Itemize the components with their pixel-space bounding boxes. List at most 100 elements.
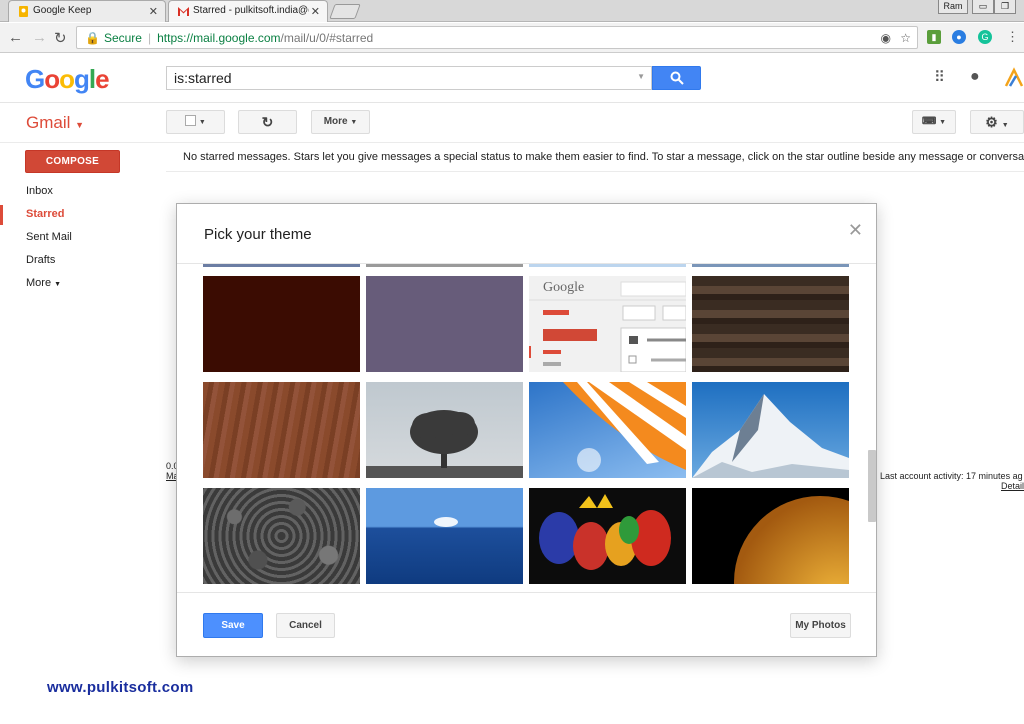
dropdown-icon: ▼ — [350, 119, 358, 126]
profile-button[interactable]: Ram — [938, 0, 968, 14]
tab-title: Google Keep — [33, 5, 92, 16]
checkbox-icon — [185, 115, 197, 126]
sidebar-item-inbox[interactable]: Inbox — [26, 185, 53, 197]
back-icon[interactable]: ← — [8, 29, 23, 46]
close-icon[interactable]: ✕ — [848, 220, 863, 241]
theme-thumbnail-beach-umbrella[interactable] — [529, 382, 686, 478]
gmail-app-menu[interactable]: Gmail ▼ — [26, 113, 84, 133]
graffiti-preview — [539, 494, 671, 570]
sidebar-item-starred[interactable]: Starred — [26, 208, 65, 220]
theme-grid-scrollbar[interactable] — [868, 450, 876, 522]
input-tools-button[interactable]: ⌨ ▼ — [912, 110, 956, 134]
theme-thumbnail-tree[interactable] — [366, 382, 523, 478]
umbrella-preview — [563, 382, 686, 472]
planet-preview — [734, 496, 849, 584]
star-bookmark-icon[interactable]: ☆ — [900, 31, 911, 45]
dropdown-icon: ▼ — [939, 119, 947, 126]
theme-thumbnail-partial[interactable] — [692, 264, 849, 267]
sidebar-item-more[interactable]: More ▼ — [26, 277, 61, 289]
sidebar-item-drafts[interactable]: Drafts — [26, 254, 55, 266]
address-toolbar: ← → ↻ 🔒 Secure | https://mail.google.com/ma… — [0, 23, 1024, 53]
theme-thumbnail-partial[interactable] — [529, 264, 686, 267]
apps-grid-icon[interactable]: ⠿ — [934, 68, 945, 86]
grammarly-icon[interactable]: G — [978, 30, 992, 44]
theme-thumbnail-pebbles[interactable] — [203, 488, 360, 584]
browser-tabstrip: Google Keep ✕ Starred - pulkitsoft.india… — [0, 0, 1024, 22]
tab-gmail-starred[interactable]: Starred - pulkitsoft.india@g ✕ — [168, 0, 328, 22]
gmail-icon — [178, 7, 189, 16]
new-tab-button[interactable] — [329, 4, 361, 19]
more-label: More — [323, 116, 348, 127]
preview-google-text: Google — [543, 280, 585, 295]
url-path: /mail/u/0/#starred — [280, 31, 374, 45]
theme-thumbnail-mountain[interactable] — [692, 382, 849, 478]
tab-google-keep[interactable]: Google Keep ✕ — [8, 0, 166, 22]
logo-letter: o — [59, 64, 75, 94]
forward-icon[interactable]: → — [32, 29, 47, 46]
theme-thumbnail-planet[interactable] — [692, 488, 849, 584]
gear-icon: ⚙ — [985, 114, 998, 130]
my-photos-button[interactable]: My Photos — [790, 613, 851, 638]
ocean-preview — [434, 517, 458, 527]
empty-starred-notice: No starred messages. Stars let you give … — [183, 151, 1024, 163]
account-activity: Last account activity: 17 minutes ag — [880, 471, 1023, 481]
logo-letter: G — [25, 64, 45, 94]
refresh-icon: ↻ — [261, 114, 274, 130]
mountain-preview — [692, 394, 849, 478]
dropdown-icon: ▼ — [54, 281, 62, 288]
theme-thumbnail-ocean[interactable] — [366, 488, 523, 584]
refresh-button[interactable]: ↻ — [238, 110, 297, 134]
logo-letter: g — [74, 64, 90, 94]
search-input[interactable]: is:starred ▼ — [166, 66, 652, 90]
dropdown-icon: ▼ — [75, 120, 85, 130]
compose-button[interactable]: COMPOSE — [25, 150, 120, 173]
dropdown-icon: ▼ — [198, 119, 206, 126]
theme-thumbnail-graffiti[interactable] — [529, 488, 686, 584]
watermark-text: www.pulkitsoft.com — [47, 679, 194, 696]
reload-icon[interactable]: ↻ — [54, 29, 67, 47]
theme-thumbnail-dark-wood[interactable] — [692, 276, 849, 372]
theme-thumbnail-partial[interactable] — [366, 264, 523, 267]
theme-thumbnail-partial[interactable] — [203, 264, 360, 267]
minimize-icon[interactable]: ▭ — [972, 0, 994, 14]
theme-thumbnail-brown-wood[interactable] — [203, 382, 360, 478]
logo-letter: o — [44, 64, 60, 94]
theme-thumbnail-dark-red[interactable] — [203, 276, 360, 372]
logo-letter: e — [95, 64, 110, 94]
google-logo[interactable]: Google — [25, 64, 110, 95]
keyboard-icon: ⌨ — [921, 116, 937, 127]
details-link[interactable]: Detail — [1001, 481, 1024, 491]
theme-grid: Google — [177, 263, 876, 593]
save-button[interactable]: Save — [203, 613, 263, 638]
select-checkbox-button[interactable]: ▼ — [166, 110, 225, 134]
secure-label: Secure — [103, 31, 142, 45]
more-button[interactable]: More ▼ — [311, 110, 370, 134]
tab-title: Starred - pulkitsoft.india@g — [193, 5, 309, 16]
theme-picker-dialog: Pick your theme ✕ Google Save Cancel My … — [176, 203, 877, 657]
notifications-icon[interactable]: ● — [970, 68, 980, 86]
extension-chart-icon[interactable]: ▮ — [927, 30, 941, 44]
sidebar-item-sent[interactable]: Sent Mail — [26, 231, 72, 243]
theme-thumbnail-gmail-classic[interactable]: Google — [529, 276, 686, 372]
close-tab-icon[interactable]: ✕ — [311, 5, 320, 18]
lock-icon: 🔒 — [85, 31, 100, 45]
keep-icon — [19, 6, 28, 17]
close-tab-icon[interactable]: ✕ — [149, 5, 158, 18]
chrome-menu-icon[interactable]: ⋮ — [1006, 29, 1019, 45]
search-options-icon[interactable]: ▼ — [637, 72, 645, 81]
search-value: is:starred — [174, 70, 232, 86]
url-host: https://mail.google.com — [157, 31, 281, 45]
search-button[interactable] — [652, 66, 701, 90]
eye-icon[interactable]: ◉ — [881, 31, 891, 45]
settings-button[interactable]: ⚙ ▼ — [970, 110, 1024, 134]
extension-blue-icon[interactable]: ● — [952, 30, 966, 44]
search-icon — [670, 71, 684, 85]
more-nav-label: More — [26, 277, 52, 289]
cancel-button[interactable]: Cancel — [276, 613, 335, 638]
theme-thumbnail-slate-purple[interactable] — [366, 276, 523, 372]
account-avatar[interactable] — [1004, 66, 1024, 88]
gmail-label: Gmail — [26, 113, 71, 132]
tree-preview — [366, 410, 523, 478]
restore-icon[interactable]: ❐ — [994, 0, 1016, 14]
address-bar[interactable]: 🔒 Secure | https://mail.google.com/mail/u/0… — [76, 26, 918, 49]
